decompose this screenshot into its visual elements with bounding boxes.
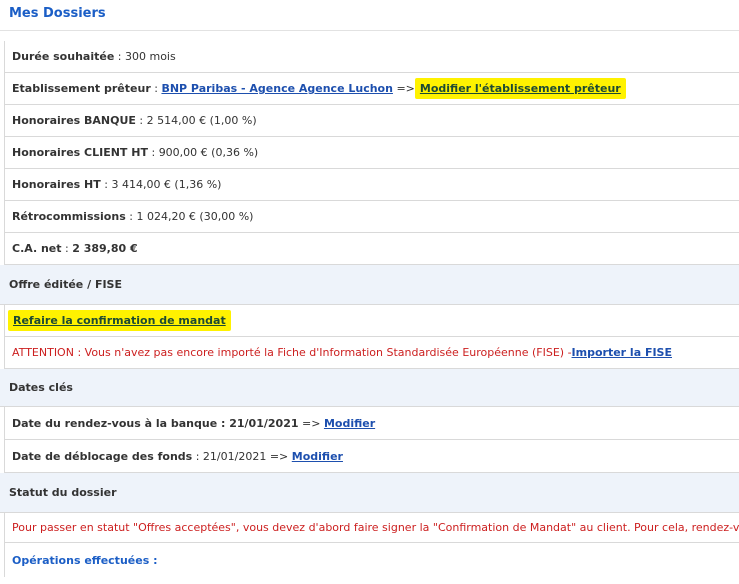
- honoraires-ht-label: Honoraires HT: [12, 178, 101, 191]
- import-fise-link[interactable]: Importer la FISE: [572, 346, 672, 359]
- dates-section-title: Dates clés: [9, 381, 73, 394]
- offre-section-header: Offre éditée / FISE: [0, 265, 739, 305]
- fise-warning-text: ATTENTION : Vous n'avez pas encore impor…: [12, 346, 572, 359]
- mandat-highlight: Refaire la confirmation de mandat: [8, 310, 231, 331]
- etablissement-label: Etablissement prêteur: [12, 82, 151, 95]
- redo-mandate-link[interactable]: Refaire la confirmation de mandat: [13, 314, 226, 327]
- fise-warning-row: ATTENTION : Vous n'avez pas encore impor…: [4, 337, 739, 369]
- statut-message: Pour passer en statut "Offres acceptées"…: [12, 521, 739, 534]
- dates-section-header: Dates clés: [0, 369, 739, 407]
- modify-etablissement-link[interactable]: Modifier l'établissement prêteur: [420, 82, 621, 95]
- ca-net-label: C.A. net: [12, 242, 62, 255]
- duree-value: 300 mois: [124, 50, 176, 63]
- rdv-row: Date du rendez-vous à la banque : 21/01/…: [4, 407, 739, 440]
- honoraires-banque-label: Honoraires BANQUE: [12, 114, 136, 127]
- statut-message-row: Pour passer en statut "Offres acceptées"…: [4, 513, 739, 543]
- offre-section-title: Offre éditée / FISE: [9, 278, 122, 291]
- operations-title: Opérations effectuées :: [12, 553, 158, 567]
- modify-etab-highlight: Modifier l'établissement prêteur: [414, 78, 626, 99]
- retrocommissions-row: Rétrocommissions : 1 024,20 € (30,00 %): [4, 201, 739, 233]
- deblocage-arrow: =>: [269, 449, 289, 463]
- rdv-value: 21/01/2021: [229, 416, 299, 430]
- honoraires-client-label: Honoraires CLIENT HT: [12, 146, 148, 159]
- operations-row: Opérations effectuées :: [4, 543, 739, 577]
- deblocage-row: Date de déblocage des fonds : 21/01/2021…: [4, 440, 739, 473]
- retrocommissions-label: Rétrocommissions: [12, 210, 126, 223]
- rdv-modify-link[interactable]: Modifier: [324, 417, 375, 430]
- deblocage-modify-link[interactable]: Modifier: [292, 450, 343, 463]
- ca-net-row: C.A. net : 2 389,80 €: [4, 233, 739, 265]
- deblocage-label: Date de déblocage des fonds: [12, 449, 193, 463]
- honoraires-ht-value: 3 414,00 € (1,36 %): [111, 178, 222, 191]
- honoraires-client-value: 900,00 € (0,36 %): [158, 146, 259, 159]
- rdv-arrow: =>: [302, 416, 321, 430]
- statut-section-title: Statut du dossier: [9, 486, 117, 499]
- honoraires-banque-row: Honoraires BANQUE : 2 514,00 € (1,00 %): [4, 105, 739, 137]
- deblocage-value: 21/01/2021: [202, 449, 267, 463]
- ca-net-value: 2 389,80 €: [72, 242, 138, 255]
- duree-label: Durée souhaitée: [12, 50, 115, 63]
- honoraires-ht-row: Honoraires HT : 3 414,00 € (1,36 %): [4, 169, 739, 201]
- mandat-row: Refaire la confirmation de mandat: [4, 305, 739, 337]
- arrow-text: =>: [396, 82, 415, 95]
- honoraires-client-row: Honoraires CLIENT HT : 900,00 € (0,36 %): [4, 137, 739, 169]
- retrocommissions-value: 1 024,20 € (30,00 %): [136, 210, 254, 223]
- title-divider: [0, 30, 739, 31]
- etablissement-link[interactable]: BNP Paribas - Agence Agence Luchon: [161, 82, 393, 95]
- page-title: Mes Dossiers: [9, 6, 106, 21]
- rdv-label: Date du rendez-vous à la banque: [12, 416, 218, 430]
- etablissement-row: Etablissement prêteur : BNP Paribas - Ag…: [4, 73, 739, 105]
- statut-section-header: Statut du dossier: [0, 473, 739, 513]
- duree-row: Durée souhaitée : 300 mois: [4, 41, 739, 73]
- honoraires-banque-value: 2 514,00 € (1,00 %): [146, 114, 257, 127]
